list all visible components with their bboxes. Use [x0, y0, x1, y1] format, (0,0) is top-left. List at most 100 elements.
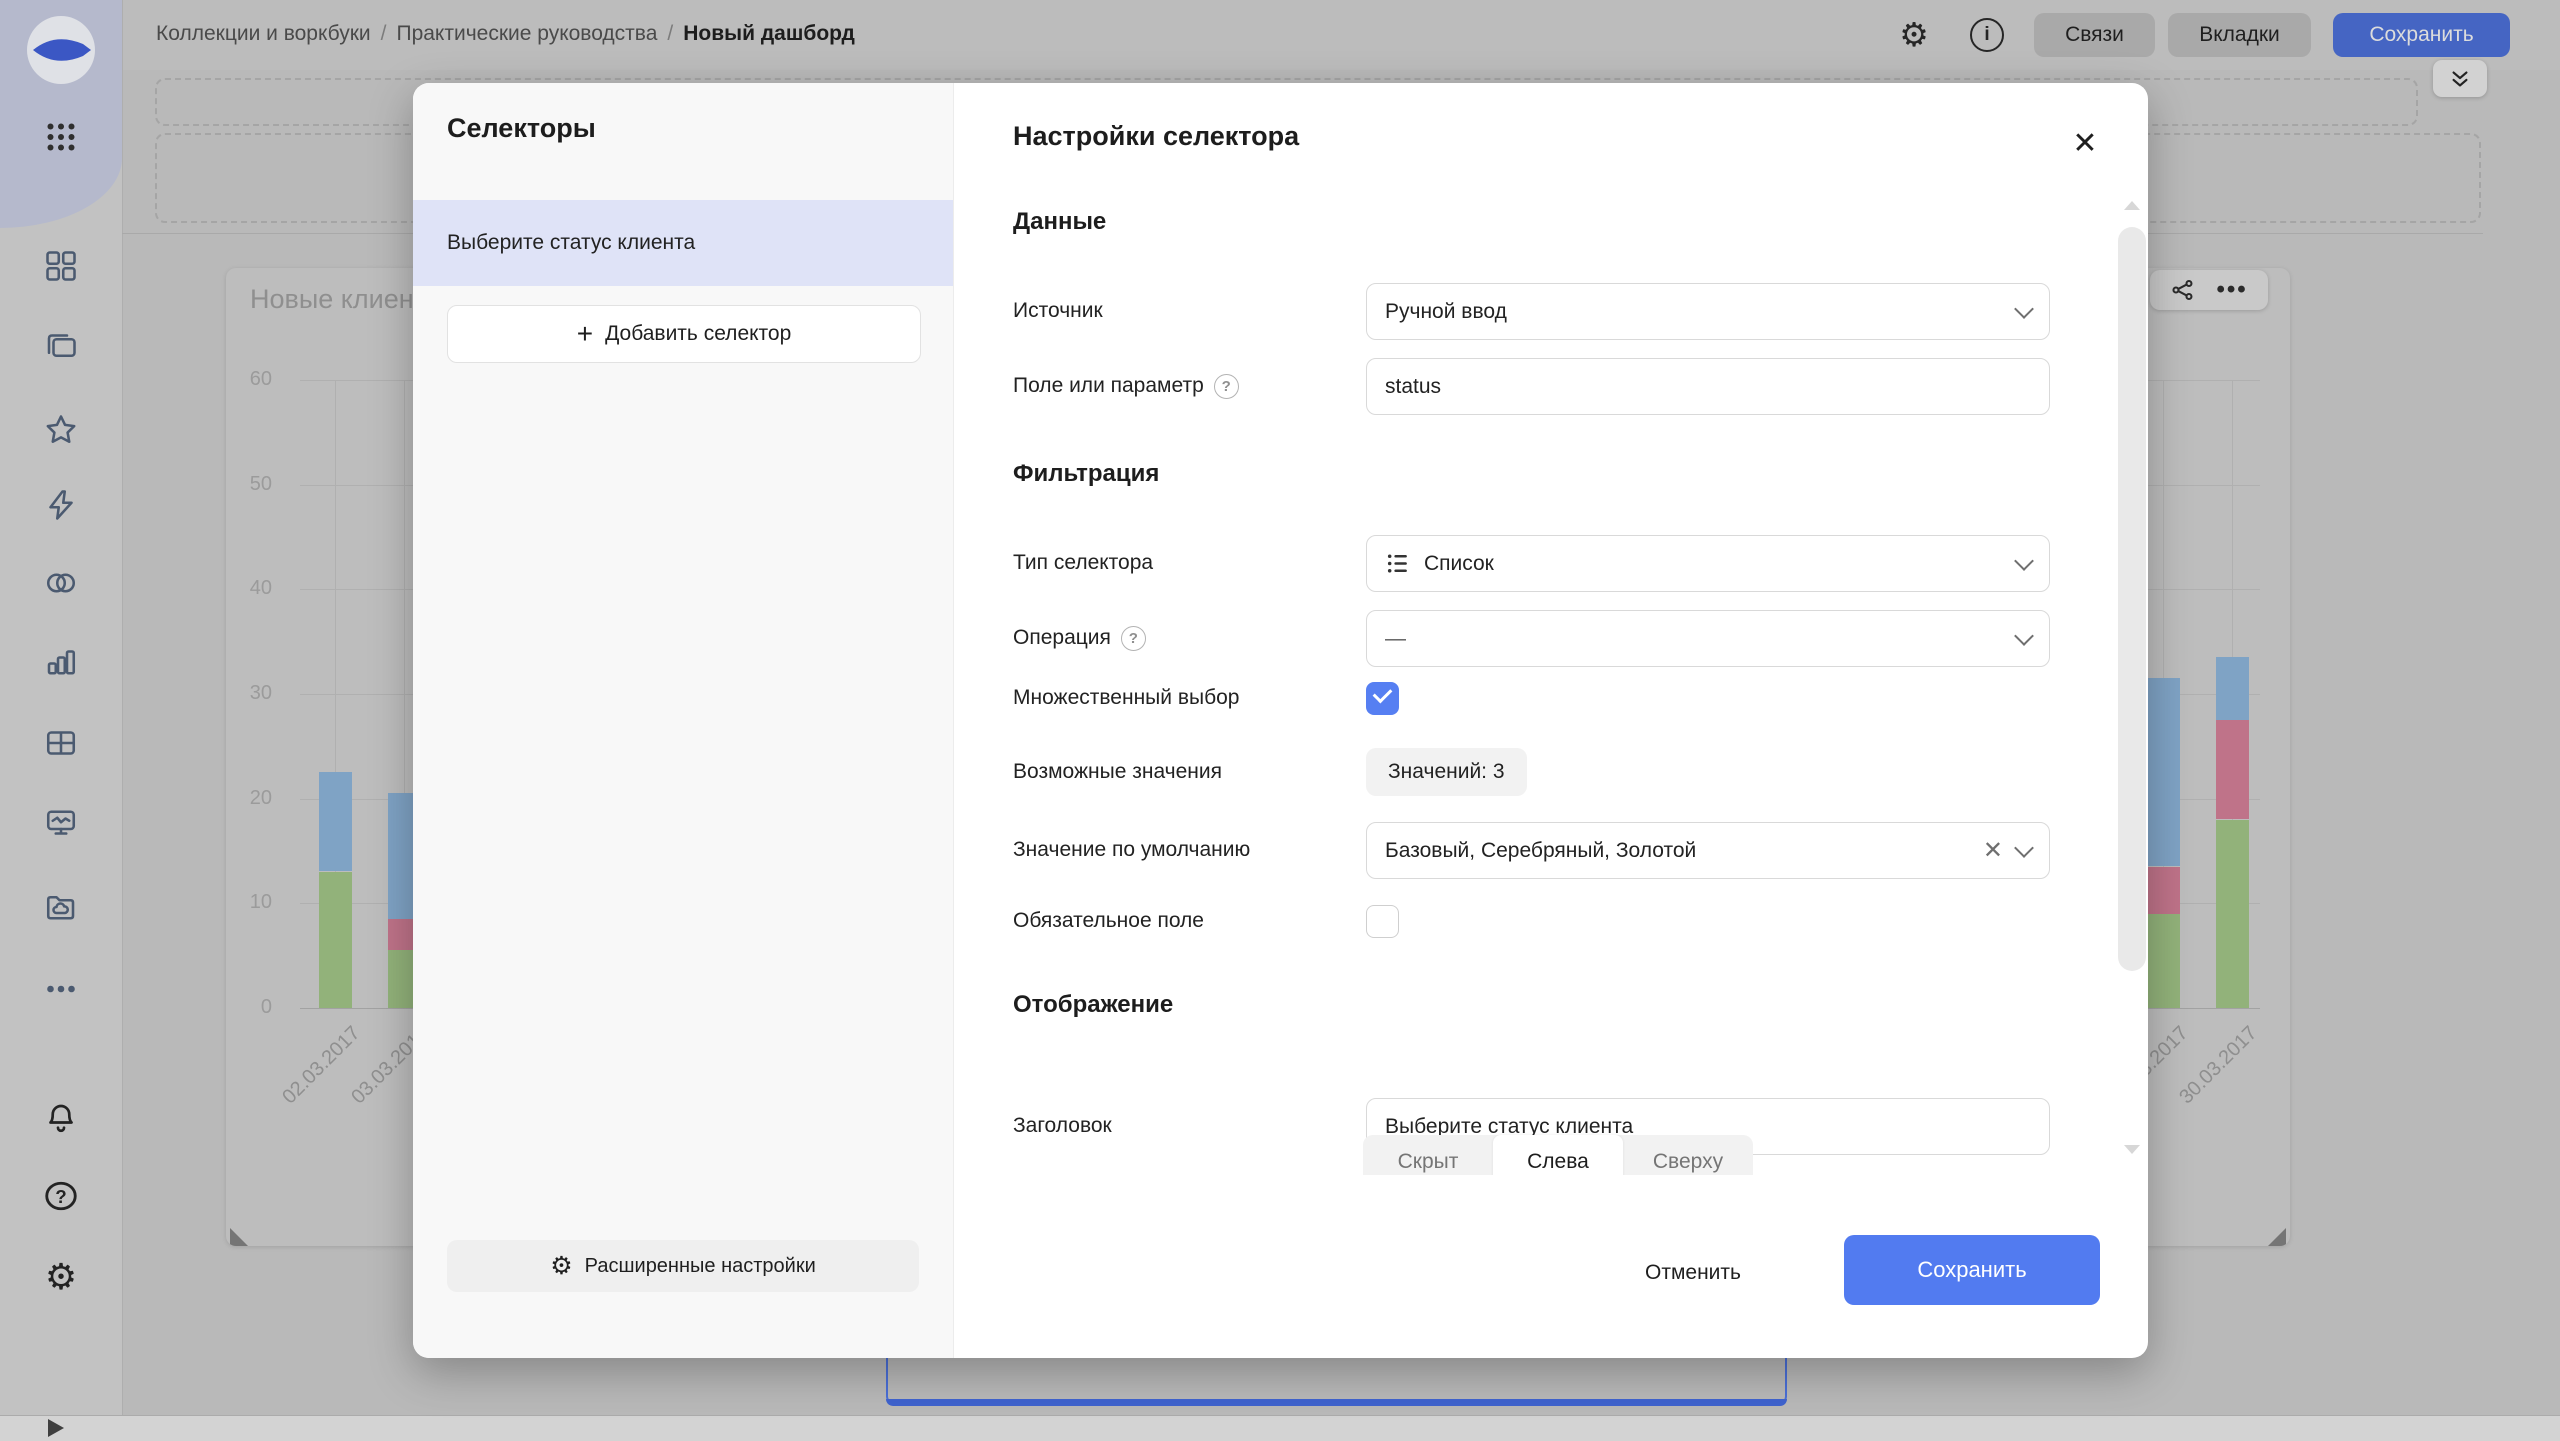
quick-actions-lightning-icon[interactable] [43, 487, 79, 523]
breadcrumb: Коллекции и воркбуки / Практические руко… [156, 22, 855, 46]
y-axis-tick: 60 [226, 368, 272, 391]
chevron-down-icon [2014, 551, 2034, 571]
datalens-logo[interactable] [25, 14, 97, 86]
chevron-double-down-icon [2449, 68, 2471, 90]
save-dashboard-button[interactable]: Сохранить [2333, 13, 2510, 57]
breadcrumb-separator: / [667, 22, 673, 46]
breadcrumb-current-dashboard: Новый дашборд [683, 22, 855, 46]
widget-menu-ellipsis-icon[interactable]: ••• [2217, 285, 2248, 295]
scroll-down-arrow-icon[interactable] [2124, 1145, 2140, 1154]
tabs-button[interactable]: Вкладки [2168, 13, 2311, 57]
multi-select-checkbox[interactable] [1366, 682, 1399, 715]
info-icon[interactable]: i [1967, 15, 2007, 55]
tables-icon[interactable] [43, 725, 79, 761]
y-axis-tick: 10 [226, 891, 272, 914]
widgets-icon[interactable] [43, 248, 79, 284]
gear-icon: ⚙ [550, 1254, 572, 1279]
section-heading-filtering: Фильтрация [1013, 460, 1159, 488]
bar-segment-green[interactable] [2216, 820, 2249, 1008]
collections-folders-icon[interactable] [43, 328, 79, 364]
cancel-button[interactable]: Отменить [1613, 1253, 1773, 1293]
breadcrumb-separator: / [381, 22, 387, 46]
y-axis-tick: 20 [226, 787, 272, 810]
modal-scrollbar-thumb[interactable] [2118, 227, 2146, 971]
favorites-star-icon[interactable] [43, 412, 79, 448]
title-position-segmented-control: Скрыт Слева Сверху [1363, 1135, 1753, 1175]
bar-segment-green[interactable] [2147, 914, 2180, 1008]
selector-settings-modal: Селекторы Выберите статус клиента + Доба… [413, 83, 2148, 1358]
svg-text:?: ? [55, 1186, 66, 1207]
source-select[interactable]: Ручной ввод [1366, 283, 2050, 340]
advanced-settings-button[interactable]: ⚙ Расширенные настройки [447, 1240, 919, 1292]
chevron-down-icon [2014, 838, 2034, 858]
widget-actions-pill: ••• [2150, 270, 2268, 310]
help-circle-icon[interactable]: ? [1214, 374, 1239, 399]
header-title-label: Заголовок [1013, 1111, 1112, 1141]
chevron-down-icon [2014, 299, 2034, 319]
y-axis-tick: 0 [226, 996, 272, 1019]
selector-widget-accent-bar [886, 1399, 1787, 1406]
scroll-up-arrow-icon[interactable] [2124, 201, 2140, 210]
expand-sidebar-arrow-icon[interactable] [48, 1419, 64, 1437]
dashboard-settings-gear-icon[interactable]: ⚙ [1894, 15, 1934, 55]
selectors-list-panel: Селекторы Выберите статус клиента + Доба… [413, 83, 954, 1358]
selector-type-label: Тип селектора [1013, 548, 1153, 578]
section-heading-data: Данные [1013, 208, 1106, 236]
operation-label: Операция ? [1013, 623, 1146, 653]
storage-folder-cloud-icon[interactable] [43, 889, 79, 925]
sidebar: ? ⚙ [0, 0, 123, 1415]
operation-select[interactable]: — [1366, 610, 2050, 667]
bar-segment-blue[interactable] [2216, 657, 2249, 720]
apps-grid-icon[interactable] [43, 119, 79, 155]
clear-value-icon[interactable]: ✕ [1983, 836, 2003, 865]
y-axis-tick: 30 [226, 682, 272, 705]
default-value-label: Значение по умолчанию [1013, 835, 1250, 865]
bottom-bar [0, 1415, 2560, 1441]
settings-scroll-area[interactable]: Данные Источник Ручной ввод Поле или пар… [953, 200, 2118, 1175]
multi-select-label: Множественный выбор [1013, 683, 1239, 713]
segment-left[interactable]: Слева [1493, 1135, 1623, 1175]
bar-segment-pink[interactable] [2216, 720, 2249, 819]
connections-venn-icon[interactable] [43, 565, 79, 601]
settings-panel-title: Настройки селектора [1013, 121, 1299, 152]
collapse-panel-button[interactable] [2433, 60, 2487, 97]
breadcrumb-workbook[interactable]: Практические руководства [396, 22, 657, 46]
save-selector-button[interactable]: Сохранить [1844, 1235, 2100, 1305]
share-links-icon[interactable] [2170, 277, 2196, 303]
notifications-bell-icon[interactable] [43, 1100, 79, 1136]
selector-type-select[interactable]: Список [1366, 535, 2050, 592]
y-axis-tick: 50 [226, 473, 272, 496]
segment-hidden[interactable]: Скрыт [1363, 1135, 1493, 1175]
help-icon[interactable]: ? [43, 1178, 79, 1214]
add-selector-button[interactable]: + Добавить селектор [447, 305, 921, 363]
segment-top[interactable]: Сверху [1623, 1135, 1753, 1175]
bar-segment-blue[interactable] [319, 772, 352, 871]
links-button[interactable]: Связи [2034, 13, 2155, 57]
selector-item-label: Выберите статус клиента [447, 231, 695, 255]
selector-list-item-selected[interactable]: Выберите статус клиента [413, 200, 953, 286]
field-label: Поле или параметр ? [1013, 371, 1239, 401]
chevron-down-icon [2014, 626, 2034, 646]
resize-handle-bottom-left[interactable] [230, 1228, 248, 1246]
settings-gear-icon[interactable]: ⚙ [43, 1259, 79, 1295]
values-count-badge[interactable]: Значений: 3 [1366, 748, 1527, 796]
resize-handle-bottom-right[interactable] [2268, 1228, 2286, 1246]
section-heading-display: Отображение [1013, 991, 1173, 1019]
monitoring-icon[interactable] [43, 805, 79, 841]
default-value-combobox[interactable]: Базовый, Серебряный, Золотой ✕ [1366, 822, 2050, 879]
bar-segment-blue[interactable] [2147, 678, 2180, 866]
breadcrumb-collections[interactable]: Коллекции и воркбуки [156, 22, 371, 46]
help-circle-icon[interactable]: ? [1121, 626, 1146, 651]
source-label: Источник [1013, 296, 1103, 326]
bar-segment-green[interactable] [319, 872, 352, 1008]
y-axis-tick: 40 [226, 577, 272, 600]
possible-values-label: Возможные значения [1013, 757, 1222, 787]
close-icon[interactable]: ✕ [2063, 121, 2107, 165]
required-field-checkbox[interactable] [1366, 905, 1399, 938]
plus-icon: + [577, 324, 593, 344]
charts-bar-icon[interactable] [43, 644, 79, 680]
more-ellipsis-icon[interactable] [43, 971, 79, 1007]
bar-segment-pink[interactable] [2147, 867, 2180, 914]
field-input[interactable]: status [1366, 358, 2050, 415]
required-field-label: Обязательное поле [1013, 906, 1204, 936]
